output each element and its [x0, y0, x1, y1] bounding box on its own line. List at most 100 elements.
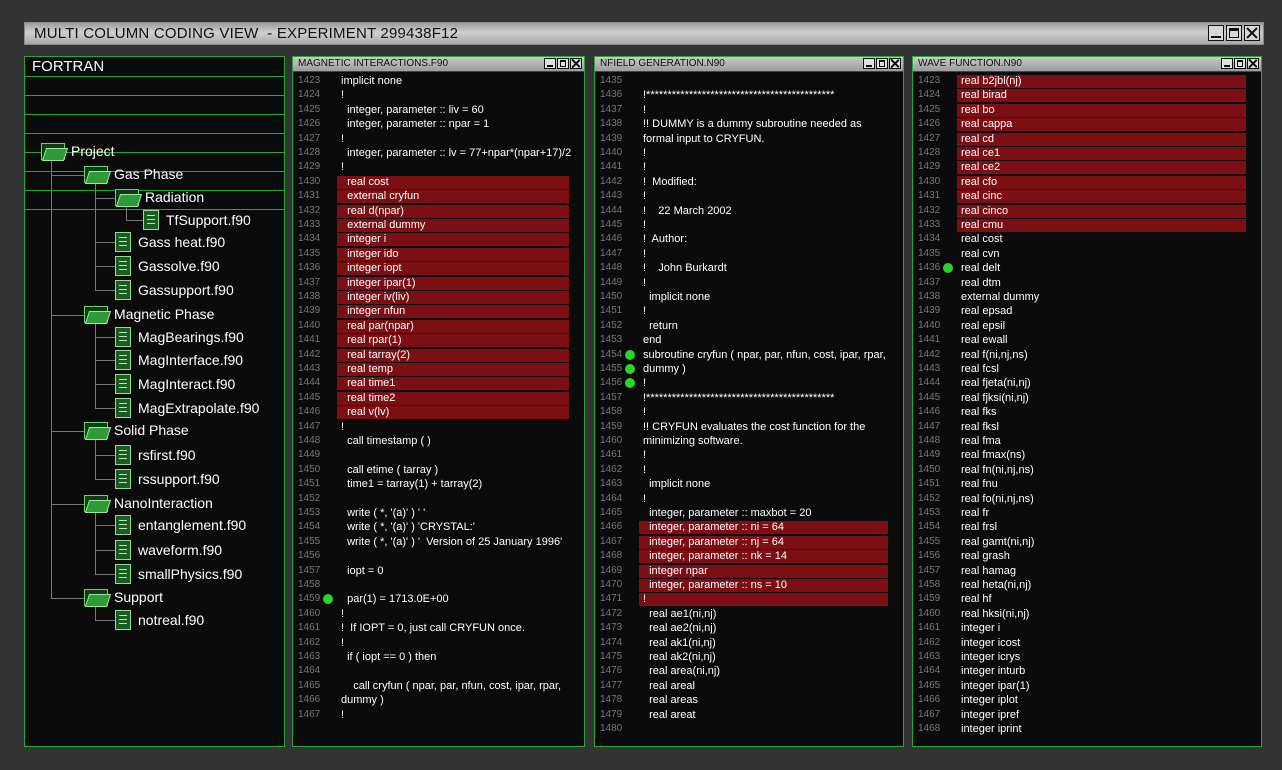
code-line[interactable]: 1445 real fjksi(ni,nj)	[913, 391, 1261, 405]
code-line[interactable]: 1439 real epsad	[913, 304, 1261, 318]
code-line[interactable]: 1476 real area(ni,nj)	[595, 664, 903, 678]
code-line[interactable]: 1435 integer ido	[293, 247, 584, 261]
panel-minimize-button[interactable]	[1221, 58, 1233, 69]
code-line[interactable]: 1454 subroutine cryfun ( npar, par, nfun,…	[595, 348, 903, 362]
panel-maximize-button[interactable]	[557, 58, 569, 69]
code-line[interactable]: 1437 integer ipar(1)	[293, 276, 584, 290]
close-button[interactable]	[1244, 25, 1260, 41]
code-line[interactable]: 1450 real fn(ni,nj,ns)	[913, 463, 1261, 477]
tree-folder[interactable]: NanoInteraction	[84, 494, 213, 513]
tree-file[interactable]: Gass heat.f90	[115, 232, 225, 252]
code-line[interactable]: 1479 real areat	[595, 708, 903, 722]
code-line[interactable]: 1445 real time2	[293, 391, 584, 405]
code-line[interactable]: 1456	[293, 549, 584, 563]
code-line[interactable]: 1475 real ak2(ni,nj)	[595, 650, 903, 664]
tree-folder[interactable]: Gas Phase	[84, 165, 183, 184]
minimize-button[interactable]	[1208, 25, 1224, 41]
code-line[interactable]: 1431 external cryfun	[293, 189, 584, 204]
code-line[interactable]: 1444 real time1	[293, 376, 584, 391]
code-line[interactable]: 1434 real cost	[913, 232, 1261, 246]
code-line[interactable]: 1424 real birad	[913, 88, 1261, 103]
code-line[interactable]: 1425 integer, parameter :: liv = 60	[293, 103, 584, 117]
code-line[interactable]: 1452 return	[595, 319, 903, 333]
code-line[interactable]: 1435 real cvn	[913, 247, 1261, 261]
code-line[interactable]: 1439 integer nfun	[293, 304, 584, 319]
code-line[interactable]: 1480	[595, 722, 903, 736]
code-line[interactable]: 1437!	[595, 103, 903, 117]
sidebar-empty-row[interactable]	[25, 77, 284, 96]
code-line[interactable]: 1465 integer ipar(1)	[913, 679, 1261, 693]
tree-file[interactable]: smallPhysics.f90	[115, 564, 242, 584]
code-line[interactable]: 1456!	[595, 376, 903, 390]
code-line[interactable]: 1443 real fcsl	[913, 362, 1261, 376]
code-line[interactable]: 1429!	[293, 160, 584, 174]
code-line[interactable]: 1458	[293, 578, 584, 592]
tree-folder[interactable]: Magnetic Phase	[84, 305, 214, 324]
code-line[interactable]: 1445!	[595, 218, 903, 232]
code-line[interactable]: 1468 integer iprint	[913, 722, 1261, 736]
code-line[interactable]: 1470 integer, parameter :: ns = 10	[595, 578, 903, 592]
code-line[interactable]: 1466 integer, parameter :: ni = 64	[595, 520, 903, 535]
tree-file[interactable]: TfSupport.f90	[143, 210, 251, 230]
code-line[interactable]: 1441 real rpar(1)	[293, 333, 584, 348]
code-line[interactable]: 1461 integer i	[913, 621, 1261, 635]
code-line[interactable]: 1447!	[595, 247, 903, 261]
code-line[interactable]: 1443!	[595, 189, 903, 203]
tree-file[interactable]: Gassupport.f90	[115, 280, 234, 300]
code-line[interactable]: 1462!	[595, 463, 903, 477]
code-line[interactable]: 1458!	[595, 405, 903, 419]
tree-file[interactable]: MagInterface.f90	[115, 350, 243, 370]
code-line[interactable]: 1455 real gamt(ni,nj)	[913, 535, 1261, 549]
code-line[interactable]: 1424!	[293, 88, 584, 102]
code-line[interactable]: 1452 real fo(ni,nj,ns)	[913, 492, 1261, 506]
code-line[interactable]: 1449 real fmax(ns)	[913, 448, 1261, 462]
tree-file[interactable]: entanglement.f90	[115, 515, 246, 535]
code-line[interactable]: 1474 real ak1(ni,nj)	[595, 636, 903, 650]
code-line[interactable]: 1465 call cryfun ( npar, par, nfun, cost…	[293, 679, 584, 693]
code-line[interactable]: 1460 minimizing software.	[595, 434, 903, 448]
tree-file[interactable]: rsfirst.f90	[115, 445, 196, 465]
panel-maximize-button[interactable]	[876, 58, 888, 69]
code-line[interactable]: 1444 ! 22 March 2002	[595, 204, 903, 218]
code-line[interactable]: 1455 dummy )	[595, 362, 903, 376]
code-line[interactable]: 1436 real delt	[913, 261, 1261, 275]
panel-title-bar[interactable]: WAVE FUNCTION.N90	[913, 57, 1261, 72]
code-line[interactable]: 1456 real grash	[913, 549, 1261, 563]
panel-minimize-button[interactable]	[544, 58, 556, 69]
sidebar-empty-row[interactable]	[25, 96, 284, 115]
code-area[interactable]: 1423 implicit none 1424! 1425 integer, para…	[293, 72, 584, 746]
tree-file[interactable]: rssupport.f90	[115, 469, 220, 489]
code-line[interactable]: 1428 integer, parameter :: lv = 77+npar*…	[293, 146, 584, 160]
code-line[interactable]: 1446 real fks	[913, 405, 1261, 419]
code-line[interactable]: 1454 write ( *, '(a)' ) 'CRYSTAL:'	[293, 520, 584, 534]
code-line[interactable]: 1466 integer iplot	[913, 693, 1261, 707]
code-line[interactable]: 1461!	[595, 448, 903, 462]
code-line[interactable]: 1447!	[293, 420, 584, 434]
code-line[interactable]: 1432 real cinco	[913, 204, 1261, 218]
code-line[interactable]: 1455 write ( *, '(a)' ) ' Version of 25 …	[293, 535, 584, 549]
panel-close-button[interactable]	[1247, 58, 1259, 69]
code-line[interactable]: 1469 integer npar	[595, 564, 903, 578]
code-line[interactable]: 1446 ! Author:	[595, 232, 903, 246]
code-line[interactable]: 1451!	[595, 304, 903, 318]
panel-close-button[interactable]	[570, 58, 582, 69]
code-line[interactable]: 1464	[293, 664, 584, 678]
code-line[interactable]: 1454 real frsl	[913, 520, 1261, 534]
code-line[interactable]: 1446 real v(lv)	[293, 405, 584, 420]
code-line[interactable]: 1473 real ae2(ni,nj)	[595, 621, 903, 635]
code-line[interactable]: 1462!	[293, 636, 584, 650]
code-line[interactable]: 1449!	[595, 276, 903, 290]
code-line[interactable]: 1457 !***********************************…	[595, 391, 903, 405]
code-line[interactable]: 1434 integer i	[293, 232, 584, 247]
code-line[interactable]: 1471!	[595, 592, 903, 607]
code-line[interactable]: 1437 real dtm	[913, 276, 1261, 290]
code-line[interactable]: 1468 integer, parameter :: nk = 14	[595, 549, 903, 564]
maximize-button[interactable]	[1226, 25, 1242, 41]
code-line[interactable]: 1423 real b2jbl(nj)	[913, 74, 1261, 88]
tree-file[interactable]: waveform.f90	[115, 540, 222, 560]
code-line[interactable]: 1429 real ce2	[913, 160, 1261, 175]
code-line[interactable]: 1472 real ae1(ni,nj)	[595, 607, 903, 621]
code-line[interactable]: 1457 iopt = 0	[293, 564, 584, 578]
code-line[interactable]: 1425 real bo	[913, 103, 1261, 117]
code-line[interactable]: 1440!	[595, 146, 903, 160]
